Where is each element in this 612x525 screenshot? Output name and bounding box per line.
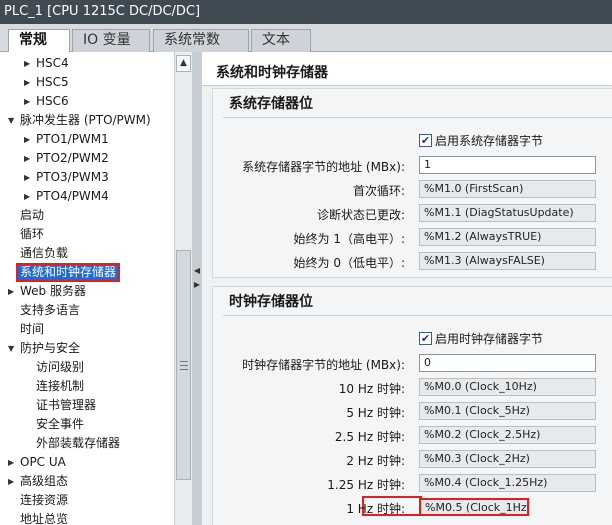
expand-right-icon[interactable]: ▶ bbox=[193, 280, 201, 289]
field-row: 首次循环: %M1.0 (FirstScan) bbox=[213, 180, 612, 198]
nav-item-label: HSC4 bbox=[36, 56, 69, 70]
panel-splitter[interactable]: ◀ ▶ bbox=[192, 52, 202, 525]
field-label: 始终为 0（低电平）: bbox=[293, 256, 406, 270]
field-row: 诊断状态已更改: %M1.1 (DiagStatusUpdate) bbox=[213, 204, 612, 222]
nav-item-label: 外部装载存储器 bbox=[36, 436, 121, 450]
nav-item-label: OPC UA bbox=[20, 455, 66, 469]
field-row: 始终为 0（低电平）: %M1.3 (AlwaysFALSE) bbox=[213, 252, 612, 270]
checkbox-label: 启用时钟存储器字节 bbox=[435, 332, 544, 346]
field-label: 始终为 1（高电平）: bbox=[293, 232, 406, 246]
tab-texts[interactable]: 文本 bbox=[251, 29, 311, 52]
expand-arrow-icon[interactable]: ▶ bbox=[24, 54, 34, 73]
nav-item-label: 时间 bbox=[20, 322, 45, 336]
expand-arrow-icon[interactable]: ▶ bbox=[8, 453, 18, 472]
nav-scrollbar[interactable]: ▲ bbox=[174, 52, 192, 525]
expand-arrow-icon[interactable]: ▶ bbox=[8, 472, 18, 491]
clock-memory-address-input[interactable]: 0 bbox=[419, 354, 596, 372]
expand-arrow-icon[interactable]: ▶ bbox=[24, 130, 34, 149]
clock-10hz-value: %M0.0 (Clock_10Hz) bbox=[419, 378, 596, 396]
window-title: PLC_1 [CPU 1215C DC/DC/DC] bbox=[0, 0, 612, 24]
nav-item-label: PTO4/PWM4 bbox=[36, 189, 109, 203]
nav-item-label: 安全事件 bbox=[36, 417, 85, 431]
field-row-highlighted: 1 Hz 时钟: %M0.5 (Clock_1Hz) bbox=[213, 496, 612, 516]
expand-arrow-icon[interactable]: ▶ bbox=[24, 92, 34, 111]
field-row: 10 Hz 时钟: %M0.0 (Clock_10Hz) bbox=[213, 378, 612, 396]
field-label: 1.25 Hz 时钟: bbox=[327, 478, 405, 492]
divider bbox=[223, 315, 612, 316]
nav-item-label: 循环 bbox=[20, 227, 45, 241]
always-false-value: %M1.3 (AlwaysFALSE) bbox=[419, 252, 596, 270]
field-label: 首次循环: bbox=[352, 184, 405, 198]
diag-status-value: %M1.1 (DiagStatusUpdate) bbox=[419, 204, 596, 222]
nav-item-label: 连接机制 bbox=[36, 379, 85, 393]
nav-item-label: HSC5 bbox=[36, 75, 69, 89]
field-label: 诊断状态已更改: bbox=[316, 208, 405, 222]
field-label: 时钟存储器字节的地址 (MBx): bbox=[242, 358, 405, 372]
group-title: 时钟存储器位 bbox=[229, 294, 313, 310]
tab-io-tags[interactable]: IO 变量 bbox=[72, 29, 150, 52]
section-title: 系统和时钟存储器 bbox=[202, 52, 612, 86]
divider bbox=[223, 117, 612, 118]
nav-item-label: 通信负载 bbox=[20, 246, 69, 260]
expand-arrow-icon[interactable]: ▶ bbox=[8, 282, 18, 301]
properties-content: 系统和时钟存储器 系统存储器位 ✔ 启用系统存储器字节 系统存储器字节的地址 (… bbox=[202, 52, 612, 525]
nav-item-label: 支持多语言 bbox=[20, 303, 81, 317]
field-row: 系统存储器字节的地址 (MBx): 1 bbox=[213, 156, 612, 174]
nav-item-label-selected: 系统和时钟存储器 bbox=[16, 263, 121, 282]
clock-1-25hz-value: %M0.4 (Clock_1.25Hz) bbox=[419, 474, 596, 492]
nav-item-label: Web 服务器 bbox=[20, 284, 86, 298]
clock-1hz-value: %M0.5 (Clock_1Hz) bbox=[419, 498, 529, 516]
field-label: 5 Hz 时钟: bbox=[346, 406, 405, 420]
tab-bar: 常规 IO 变量 系统常数 文本 bbox=[0, 24, 612, 53]
scroll-up-icon[interactable]: ▲ bbox=[176, 55, 191, 72]
clock-2hz-value: %M0.3 (Clock_2Hz) bbox=[419, 450, 596, 468]
field-row: 时钟存储器字节的地址 (MBx): 0 bbox=[213, 354, 612, 372]
field-label: 1 Hz 时钟: bbox=[346, 502, 405, 516]
field-row: 始终为 1（高电平）: %M1.2 (AlwaysTRUE) bbox=[213, 228, 612, 246]
checkbox-checked-icon[interactable]: ✔ bbox=[419, 134, 432, 147]
expand-arrow-icon[interactable]: ▶ bbox=[24, 168, 34, 187]
system-memory-address-input[interactable]: 1 bbox=[419, 156, 596, 174]
grip-icon bbox=[180, 361, 188, 370]
nav-item-label: 证书管理器 bbox=[36, 398, 97, 412]
tab-system-constants[interactable]: 系统常数 bbox=[153, 29, 249, 52]
nav-item-label: 防护与安全 bbox=[20, 341, 81, 355]
checkbox-checked-icon[interactable]: ✔ bbox=[419, 332, 432, 345]
collapse-left-icon[interactable]: ◀ bbox=[193, 266, 201, 275]
first-scan-value: %M1.0 (FirstScan) bbox=[419, 180, 596, 198]
clock-5hz-value: %M0.1 (Clock_5Hz) bbox=[419, 402, 596, 420]
field-row: 1.25 Hz 时钟: %M0.4 (Clock_1.25Hz) bbox=[213, 474, 612, 492]
expand-arrow-icon[interactable]: ▶ bbox=[24, 73, 34, 92]
always-true-value: %M1.2 (AlwaysTRUE) bbox=[419, 228, 596, 246]
field-row: 5 Hz 时钟: %M0.1 (Clock_5Hz) bbox=[213, 402, 612, 420]
scrollbar-thumb[interactable] bbox=[176, 250, 191, 480]
collapse-arrow-icon[interactable]: ▼ bbox=[8, 111, 18, 130]
nav-item-label: 高级组态 bbox=[20, 474, 69, 488]
system-memory-group: 系统存储器位 ✔ 启用系统存储器字节 系统存储器字节的地址 (MBx): 1 首次… bbox=[212, 88, 612, 278]
nav-item-label: HSC6 bbox=[36, 94, 69, 108]
clock-2-5hz-value: %M0.2 (Clock_2.5Hz) bbox=[419, 426, 596, 444]
expand-arrow-icon[interactable]: ▶ bbox=[24, 149, 34, 168]
field-label: 系统存储器字节的地址 (MBx): bbox=[242, 160, 405, 174]
field-label: 2.5 Hz 时钟: bbox=[334, 430, 405, 444]
group-title: 系统存储器位 bbox=[229, 96, 313, 112]
field-row: 2 Hz 时钟: %M0.3 (Clock_2Hz) bbox=[213, 450, 612, 468]
nav-item-label: PTO2/PWM2 bbox=[36, 151, 109, 165]
nav-item-label: 启动 bbox=[20, 208, 45, 222]
nav-item-label: 脉冲发生器 (PTO/PWM) bbox=[20, 113, 151, 127]
clock-memory-group: 时钟存储器位 ✔ 启用时钟存储器字节 时钟存储器字节的地址 (MBx): 0 10… bbox=[212, 286, 612, 525]
checkbox-label: 启用系统存储器字节 bbox=[435, 134, 544, 148]
nav-item-label: 地址总览 bbox=[20, 512, 69, 525]
field-row: 2.5 Hz 时钟: %M0.2 (Clock_2.5Hz) bbox=[213, 426, 612, 444]
nav-item-label: PTO3/PWM3 bbox=[36, 170, 109, 184]
tab-general[interactable]: 常规 bbox=[8, 29, 70, 53]
expand-arrow-icon[interactable]: ▶ bbox=[24, 187, 34, 206]
nav-tree: ▶ HSC4 ▶ HSC5 ▶ HSC6 ▼ 脉冲发生器 (PTO/PWM) ▶ PTO1… bbox=[0, 52, 174, 525]
field-label: 10 Hz 时钟: bbox=[338, 382, 405, 396]
nav-item-label: 连接资源 bbox=[20, 493, 69, 507]
collapse-arrow-icon[interactable]: ▼ bbox=[8, 339, 18, 358]
nav-item-label: 访问级别 bbox=[36, 360, 85, 374]
nav-item-label: PTO1/PWM1 bbox=[36, 132, 109, 146]
field-label: 2 Hz 时钟: bbox=[346, 454, 405, 468]
